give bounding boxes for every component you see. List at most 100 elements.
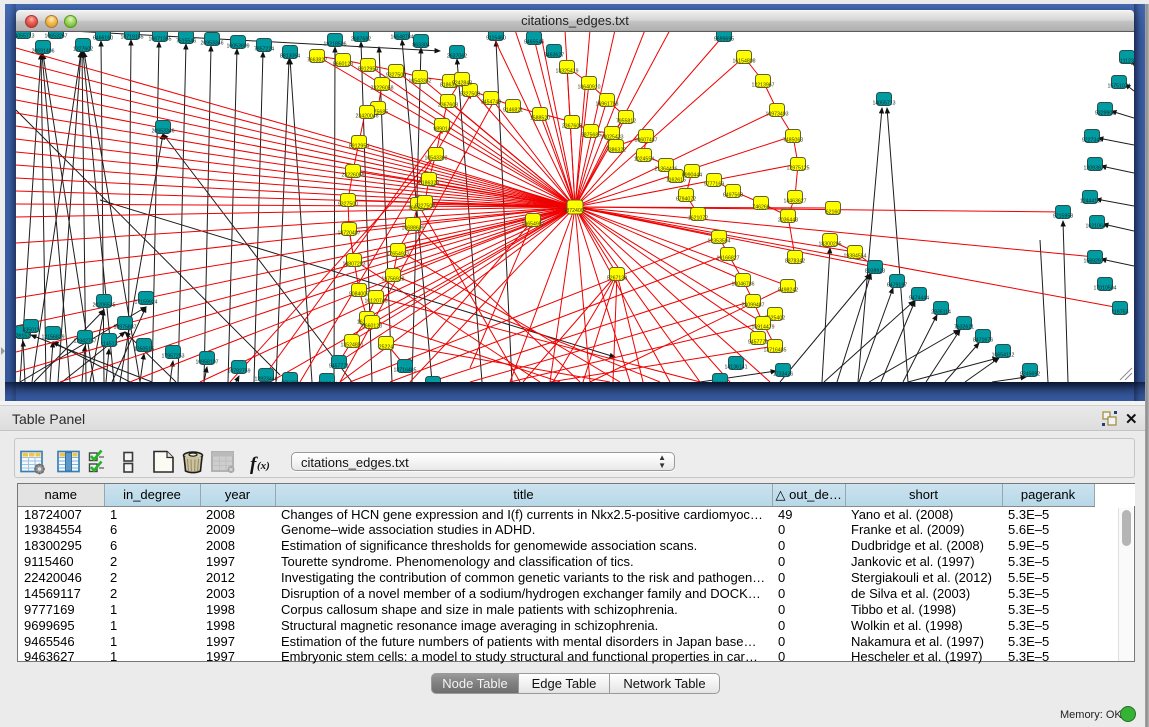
svg-text:9327500: 9327500 [338,202,358,208]
svg-text:1733426: 1733426 [773,372,793,378]
svg-text:14055713: 14055713 [872,101,895,107]
svg-text:12353594: 12353594 [707,239,730,245]
svg-text:6466160: 6466160 [93,36,113,42]
svg-text:17159924: 17159924 [134,300,157,306]
svg-text:12975125: 12975125 [786,166,809,172]
svg-text:17010504: 17010504 [1093,286,1116,292]
svg-text:12923446: 12923446 [254,377,277,383]
svg-text:9327500: 9327500 [386,73,406,79]
svg-text:13975887: 13975887 [113,325,136,331]
svg-text:9498242: 9498242 [778,288,798,294]
svg-text:96113: 96113 [713,382,727,383]
svg-text:18807293: 18807293 [342,262,365,268]
svg-text:13716485: 13716485 [393,368,416,374]
svg-text:6479197: 6479197 [887,283,907,289]
svg-text:20953346: 20953346 [151,129,174,135]
svg-text:7386322: 7386322 [606,148,626,154]
svg-text:16648784: 16648784 [390,35,413,41]
svg-text:746266: 746266 [752,205,769,211]
svg-text:9215958: 9215958 [1053,214,1073,220]
svg-text:1621072: 1621072 [688,216,708,222]
svg-text:20691406: 20691406 [31,49,54,55]
svg-text:10719155: 10719155 [120,35,143,41]
svg-text:20953346: 20953346 [200,41,223,47]
svg-text:9457771: 9457771 [748,340,768,346]
svg-text:39152: 39152 [16,334,30,340]
svg-text:8990444: 8990444 [682,173,702,179]
svg-text:14055713: 14055713 [16,34,35,40]
svg-text:8813054: 8813054 [280,54,300,60]
svg-text:19654952: 19654952 [521,222,544,228]
svg-text:12093872: 12093872 [1083,166,1106,172]
svg-text:2036448: 2036448 [778,218,798,224]
svg-text:8938923: 8938923 [865,269,885,275]
svg-text:13325419: 13325419 [555,69,578,75]
svg-text:6794072: 6794072 [676,197,696,203]
svg-text:18724007: 18724007 [563,208,586,214]
svg-text:989014: 989014 [433,127,450,133]
svg-text:7485063: 7485063 [783,138,803,144]
svg-text:1244415: 1244415 [1080,199,1100,205]
svg-text:19756928: 19756928 [381,277,404,283]
svg-text:116753: 116753 [1112,310,1129,316]
svg-text:335011: 335011 [23,328,40,334]
svg-text:8471676: 8471676 [973,338,993,344]
svg-text:19218506: 19218506 [323,42,346,48]
svg-text:1024554: 1024554 [634,157,654,163]
svg-text:11123: 11123 [1120,59,1134,65]
svg-text:19166827: 19166827 [716,256,739,262]
svg-text:7857224: 7857224 [254,47,274,53]
svg-text:3454749: 3454749 [481,100,501,106]
svg-text:9242843: 9242843 [452,81,472,87]
svg-text:10958107: 10958107 [195,360,218,366]
svg-text:14136141: 14136141 [724,365,747,371]
svg-text:10782759: 10782759 [227,369,250,375]
svg-text:10543362: 10543362 [408,79,431,85]
svg-text:10120746: 10120746 [364,299,387,305]
svg-text:(x): (x) [257,460,270,472]
svg-text:8660123: 8660123 [362,324,382,330]
svg-text:6497568: 6497568 [723,193,743,199]
svg-text:10973493: 10973493 [765,112,788,118]
svg-text:1327602: 1327602 [73,47,93,53]
svg-text:12156829: 12156829 [41,335,64,341]
svg-text:13716485: 13716485 [763,348,786,354]
svg-text:16210643: 16210643 [1085,224,1108,230]
svg-text:2367608: 2367608 [562,124,582,130]
svg-text:19384554: 19384554 [843,254,866,260]
svg-text:7515546: 7515546 [176,39,196,45]
svg-text:23226058: 23226058 [341,173,364,179]
svg-text:9227342: 9227342 [1082,138,1102,144]
svg-text:9463627: 9463627 [544,53,564,59]
svg-text:8186328: 8186328 [419,181,439,187]
svg-text:1588520: 1588520 [530,116,550,122]
svg-text:9327508: 9327508 [460,92,480,98]
svg-text:14463627: 14463627 [783,199,806,205]
svg-text:10654112: 10654112 [992,353,1015,359]
svg-text:9699695: 9699695 [714,37,734,43]
svg-text:9329906: 9329906 [1095,111,1115,117]
svg-text:2367608: 2367608 [438,103,458,109]
svg-text:2687682: 2687682 [351,37,371,43]
svg-text:16961758: 16961758 [595,102,618,108]
svg-text:20206535: 20206535 [92,303,115,309]
svg-text:1092344: 1092344 [317,382,337,383]
svg-text:16914479: 16914479 [751,325,774,331]
svg-text:863304: 863304 [412,43,429,49]
svg-text:18720407: 18720407 [337,231,360,237]
svg-text:10046786: 10046786 [731,282,754,288]
svg-text:8912954: 8912954 [358,67,378,73]
svg-text:62160: 62160 [826,210,841,216]
svg-text:8912954: 8912954 [349,144,369,150]
svg-text:2637062: 2637062 [447,54,467,60]
svg-text:17654923: 17654923 [386,252,409,258]
svg-text:8267130: 8267130 [607,276,627,282]
svg-text:9457771: 9457771 [329,364,349,370]
svg-text:9474444: 9474444 [909,296,929,302]
svg-text:10653267: 10653267 [44,34,67,40]
svg-text:9875685: 9875685 [581,133,601,139]
svg-text:114513: 114513 [101,342,118,348]
svg-text:18640910: 18640910 [577,85,600,91]
svg-text:18300295: 18300295 [818,242,841,248]
svg-text:9465546: 9465546 [524,40,544,46]
